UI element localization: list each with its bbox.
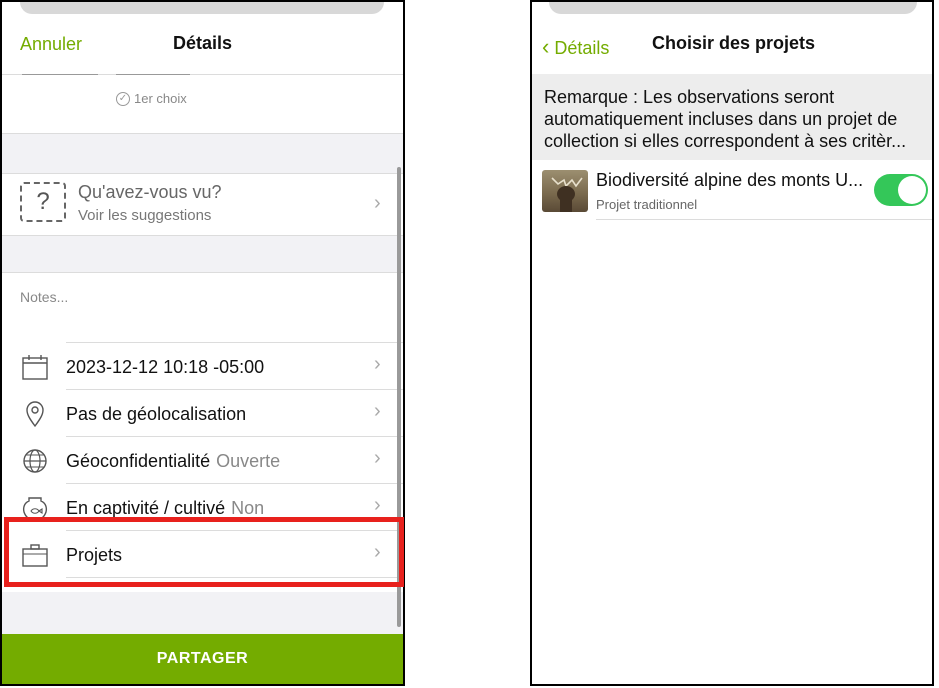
section-gap xyxy=(2,134,403,174)
photo-thumbnail-edge[interactable] xyxy=(22,74,98,75)
first-choice-label: ✓ 1er choix xyxy=(116,91,187,106)
photo-thumbnail-edge[interactable] xyxy=(116,74,190,75)
divider xyxy=(596,219,932,220)
location-pin-icon xyxy=(26,401,44,428)
share-button[interactable]: PARTAGER xyxy=(2,634,403,684)
question-box-icon: ? xyxy=(20,182,66,222)
choose-projects-screen: ‹ Détails Choisir des projets Remarque :… xyxy=(530,0,934,686)
page-title: Détails xyxy=(172,33,233,53)
details-navbar: Annuler Détails xyxy=(2,14,403,75)
chevron-right-icon: › xyxy=(374,447,381,469)
globe-icon xyxy=(23,449,47,473)
chevron-right-icon: › xyxy=(374,353,381,375)
check-circle-icon: ✓ xyxy=(116,91,130,106)
project-title: Biodiversité alpine des monts U... xyxy=(596,170,864,190)
date-row[interactable]: 2023-12-12 10:18 -05:00 › xyxy=(2,343,403,390)
geoprivacy-label: Géoconfidentialité Ouverte xyxy=(66,451,280,472)
divider xyxy=(2,272,403,273)
date-label: 2023-12-12 10:18 -05:00 xyxy=(66,357,265,377)
suggestions-row[interactable]: ? Qu'avez-vous vu? Voir les suggestions … xyxy=(2,174,403,236)
moose-photo-icon xyxy=(551,177,583,212)
chevron-right-icon: › xyxy=(374,400,381,422)
captive-label: En captivité / cultivé Non xyxy=(66,498,264,519)
captive-text: En captivité / cultivé xyxy=(66,498,226,518)
geoprivacy-row[interactable]: Géoconfidentialité Ouverte › xyxy=(2,437,403,484)
project-type: Projet traditionnel xyxy=(596,197,698,212)
location-row[interactable]: Pas de géolocalisation › xyxy=(2,390,403,437)
first-choice-text: 1er choix xyxy=(134,91,187,106)
back-label: Détails xyxy=(554,38,610,58)
chevron-left-icon: ‹ xyxy=(542,34,550,59)
bottom-gap xyxy=(2,592,403,634)
projects-navbar: ‹ Détails Choisir des projets xyxy=(532,14,932,74)
chevron-right-icon: › xyxy=(374,192,381,214)
highlight-box xyxy=(4,517,404,587)
sheet-handle xyxy=(20,2,384,14)
back-button[interactable]: ‹ Détails xyxy=(542,34,609,60)
page-title: Choisir des projets xyxy=(652,33,816,53)
project-row[interactable]: Biodiversité alpine des monts U... Proje… xyxy=(532,160,932,220)
suggestions-title: Qu'avez-vous vu? xyxy=(78,182,222,202)
chevron-right-icon: › xyxy=(374,494,381,516)
project-thumbnail xyxy=(542,170,588,212)
info-text: Remarque : Les observations seront autom… xyxy=(544,87,907,151)
calendar-icon xyxy=(22,355,48,380)
suggestions-subtitle: Voir les suggestions xyxy=(78,207,212,224)
captive-value: Non xyxy=(231,498,265,518)
project-toggle[interactable] xyxy=(874,174,928,206)
toggle-knob xyxy=(898,176,926,204)
notes-field[interactable]: Notes... xyxy=(20,289,68,305)
location-label: Pas de géolocalisation xyxy=(66,404,247,424)
geoprivacy-value: Ouverte xyxy=(216,451,281,471)
info-banner: Remarque : Les observations seront autom… xyxy=(532,74,932,160)
geoprivacy-text: Géoconfidentialité xyxy=(66,451,211,471)
sheet-handle xyxy=(549,2,917,14)
section-gap xyxy=(2,236,403,273)
